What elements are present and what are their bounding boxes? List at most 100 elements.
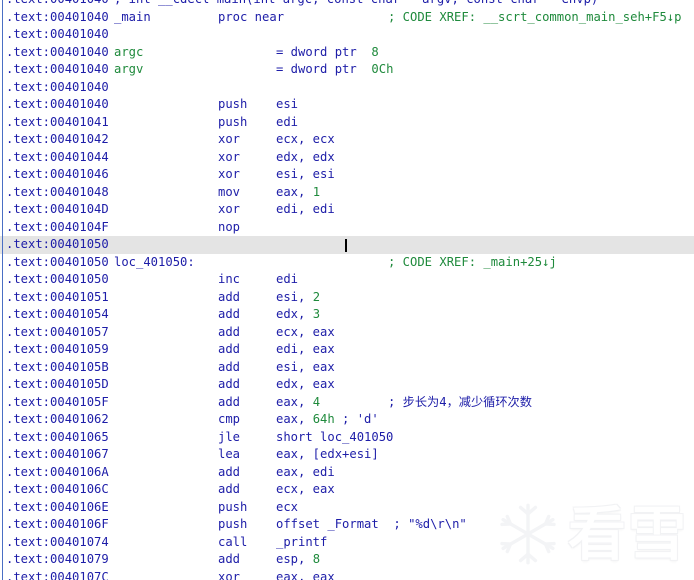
- line-operands: eax, 4: [276, 394, 321, 409]
- line-address: .text:0040106A: [6, 464, 109, 479]
- code-line[interactable]: .text:0040106C add ecx, eax: [0, 481, 694, 499]
- line-operands: edi: [276, 272, 299, 286]
- code-line[interactable]: .text:0040106A add eax, edi: [0, 464, 694, 482]
- code-line[interactable]: .text:00401040 ; int __cdecl main(int arg…: [0, 0, 694, 9]
- line-address: .text:00401062: [6, 412, 109, 426]
- numeric-literal: 3: [312, 307, 321, 321]
- line-address: .text:0040106E: [6, 499, 109, 514]
- line-comment: ; 步长为4，减少循环次数: [388, 394, 532, 409]
- line-address: .text:0040105B: [6, 359, 109, 374]
- line-mnemonic: push: [218, 114, 248, 129]
- line-address: .text:0040105D: [6, 377, 109, 391]
- line-mnemonic: push: [218, 97, 248, 111]
- line-address: .text:00401059: [6, 342, 109, 356]
- line-operands: edx, 3: [276, 307, 321, 321]
- numeric-literal: 8: [312, 552, 321, 566]
- code-line[interactable]: .text:00401040: [0, 79, 694, 97]
- line-mnemonic: mov: [218, 184, 241, 199]
- stack-variable-name: argv: [114, 62, 144, 76]
- line-mnemonic: add: [218, 359, 241, 374]
- code-line[interactable]: .text:00401040 argv = dword ptr 0Ch: [0, 61, 694, 79]
- line-mnemonic: xor: [218, 202, 241, 216]
- code-line[interactable]: .text:0040107C xor eax, eax: [0, 569, 694, 580]
- code-line[interactable]: .text:00401050: [0, 236, 694, 254]
- line-operands: edi, eax: [276, 342, 335, 356]
- line-address: .text:00401040: [6, 62, 109, 76]
- code-line[interactable]: .text:00401040: [0, 26, 694, 44]
- line-mnemonic: xor: [218, 132, 241, 146]
- line-mnemonic: add: [218, 552, 241, 566]
- code-line[interactable]: .text:00401065 jle short loc_401050: [0, 429, 694, 447]
- line-address: .text:0040106C: [6, 482, 109, 496]
- line-operands: short loc_401050: [276, 429, 394, 444]
- code-line-list[interactable]: .text:00401040 ; int __cdecl main(int arg…: [0, 0, 694, 580]
- function-prototype: ; int __cdecl main(int argc, const char …: [114, 0, 598, 9]
- line-address: .text:00401051: [6, 289, 109, 304]
- code-line[interactable]: .text:0040104D xor edi, edi: [0, 201, 694, 219]
- line-mnemonic: add: [218, 377, 241, 391]
- line-mnemonic: jle: [218, 429, 241, 444]
- code-line[interactable]: .text:00401050 inc edi: [0, 271, 694, 289]
- line-operands: _printf: [276, 534, 328, 549]
- line-mnemonic: push: [218, 499, 248, 514]
- code-line[interactable]: .text:0040105F add eax, 4 ; 步长为4，减少循环次数: [0, 394, 694, 412]
- code-line[interactable]: .text:00401050 loc_401050: ; CODE XREF: _m…: [0, 254, 694, 272]
- line-operands: ecx, ecx: [276, 132, 335, 146]
- code-line[interactable]: .text:0040106F push offset _Format ; "%d\r…: [0, 516, 694, 534]
- line-address: .text:00401050: [6, 237, 109, 251]
- code-line[interactable]: .text:00401051 add esi, 2: [0, 289, 694, 307]
- line-mnemonic: add: [218, 482, 241, 496]
- code-line[interactable]: .text:0040105B add esi, eax: [0, 359, 694, 377]
- line-address: .text:00401042: [6, 132, 109, 146]
- line-operands: eax, [edx+esi]: [276, 447, 379, 461]
- code-line[interactable]: .text:00401040 push esi: [0, 96, 694, 114]
- code-line[interactable]: .text:00401046 xor esi, esi: [0, 166, 694, 184]
- line-address: .text:00401079: [6, 552, 109, 566]
- line-mnemonic: add: [218, 394, 241, 409]
- line-mnemonic: xor: [218, 569, 241, 580]
- line-address: .text:0040105F: [6, 394, 109, 409]
- line-address: .text:00401067: [6, 447, 109, 461]
- disassembly-view[interactable]: .text:00401040 ; int __cdecl main(int arg…: [0, 0, 694, 580]
- line-address: .text:00401041: [6, 114, 109, 129]
- line-address: .text:00401040: [6, 0, 109, 9]
- line-operands: esp, 8: [276, 552, 321, 566]
- line-operands: = dword ptr 8: [276, 44, 379, 59]
- text-caret: [345, 239, 347, 252]
- code-line[interactable]: .text:0040106E push ecx: [0, 499, 694, 517]
- code-line[interactable]: .text:00401044 xor edx, edx: [0, 149, 694, 167]
- line-mnemonic: add: [218, 324, 241, 339]
- code-line[interactable]: .text:00401040 argc = dword ptr 8: [0, 44, 694, 62]
- code-line[interactable]: .text:00401042 xor ecx, ecx: [0, 131, 694, 149]
- line-operands: esi: [276, 97, 299, 111]
- line-operands: edi, edi: [276, 202, 335, 216]
- code-line[interactable]: .text:00401062 cmp eax, 64h ; 'd': [0, 411, 694, 429]
- line-operands: eax, 1: [276, 184, 321, 199]
- line-mnemonic: push: [218, 517, 248, 531]
- code-line[interactable]: .text:00401079 add esp, 8: [0, 551, 694, 569]
- code-line[interactable]: .text:00401040 _main proc near ; CODE XREF:…: [0, 9, 694, 27]
- line-address: .text:00401057: [6, 324, 109, 339]
- line-address: .text:00401050: [6, 254, 109, 269]
- stack-variable-name: argc: [114, 44, 144, 59]
- code-label: loc_401050:: [114, 254, 195, 269]
- line-operands: eax, eax: [276, 569, 335, 580]
- code-line[interactable]: .text:00401057 add ecx, eax: [0, 324, 694, 342]
- line-mnemonic: add: [218, 342, 241, 356]
- line-address: .text:00401044: [6, 149, 109, 164]
- code-line[interactable]: .text:0040105D add edx, eax: [0, 376, 694, 394]
- line-operands: esi, 2: [276, 289, 321, 304]
- line-operands: offset _Format ; "%d\r\n": [276, 517, 467, 531]
- code-line[interactable]: .text:00401048 mov eax, 1: [0, 184, 694, 202]
- code-line[interactable]: .text:00401067 lea eax, [edx+esi]: [0, 446, 694, 464]
- code-line[interactable]: .text:00401059 add edi, eax: [0, 341, 694, 359]
- line-operands: esi, eax: [276, 359, 335, 374]
- line-address: .text:00401040: [6, 79, 109, 94]
- code-line[interactable]: .text:00401054 add edx, 3: [0, 306, 694, 324]
- line-address: .text:00401040: [6, 97, 109, 111]
- code-line[interactable]: .text:0040104F nop: [0, 219, 694, 237]
- line-address: .text:00401048: [6, 184, 109, 199]
- line-operands: edx, edx: [276, 149, 335, 164]
- code-line[interactable]: .text:00401041 push edi: [0, 114, 694, 132]
- code-line[interactable]: .text:00401074 call _printf: [0, 534, 694, 552]
